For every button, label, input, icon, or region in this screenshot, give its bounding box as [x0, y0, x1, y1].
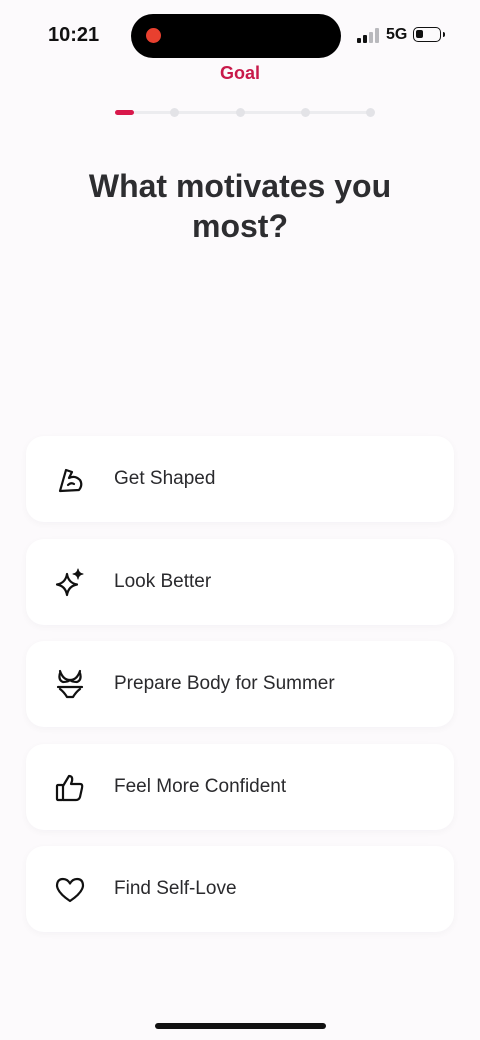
- option-label: Get Shaped: [114, 468, 216, 489]
- heart-icon: [54, 874, 86, 906]
- bikini-icon: [54, 669, 86, 701]
- flexed-arm-icon: [54, 464, 86, 496]
- onboarding-progress: [115, 108, 375, 117]
- progress-step-dot: [301, 108, 310, 117]
- progress-step-dot: [236, 108, 245, 117]
- battery-level: [416, 30, 423, 38]
- dynamic-island: [131, 14, 341, 58]
- cellular-signal-icon: [357, 28, 381, 43]
- sparkle-icon: [54, 567, 86, 599]
- option-label: Find Self-Love: [114, 878, 237, 899]
- question-title: What motivates you most?: [88, 168, 392, 244]
- battery-icon: [413, 27, 445, 42]
- status-time: 10:21: [48, 24, 100, 46]
- home-indicator[interactable]: [155, 1023, 326, 1029]
- option-label: Feel More Confident: [114, 775, 287, 797]
- option-find-self-love[interactable]: Find Self-Love: [26, 846, 454, 932]
- step-title: Goal: [219, 63, 260, 83]
- progress-step-dot: [366, 108, 375, 117]
- progress-fill: [115, 110, 134, 115]
- option-label: Look Better: [114, 570, 212, 592]
- option-get-shaped[interactable]: Get Shaped: [26, 436, 454, 522]
- recording-indicator-icon: [146, 28, 161, 43]
- option-look-better[interactable]: Look Better: [26, 538, 454, 625]
- progress-step-dot: [170, 108, 179, 117]
- network-type: 5G: [386, 26, 408, 43]
- option-prepare-body-for-summer[interactable]: Prepare Body for Summer: [26, 641, 454, 727]
- motivation-options-list: Get Shaped Look Better Prepare Body for …: [26, 436, 454, 949]
- thumbs-up-icon: [54, 772, 86, 804]
- status-bar: 10:21 5G: [0, 0, 480, 72]
- option-feel-more-confident[interactable]: Feel More Confident: [26, 743, 454, 830]
- option-label: Prepare Body for Summer: [114, 673, 335, 694]
